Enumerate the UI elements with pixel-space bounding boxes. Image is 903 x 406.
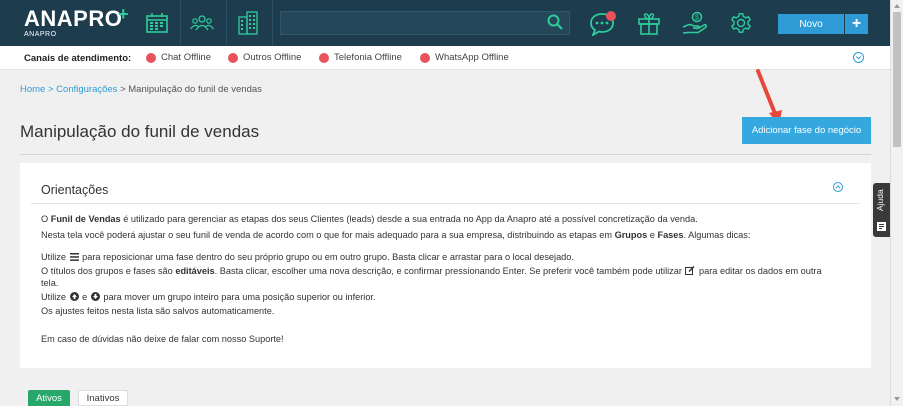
card-divider (31, 203, 860, 204)
page-title: Manipulação do funil de vendas (20, 122, 260, 141)
gear-icon[interactable] (726, 9, 756, 37)
hand-money-icon[interactable]: $ (680, 9, 710, 37)
scroll-down-icon[interactable] (894, 397, 900, 401)
help-label: Ajuda (875, 189, 885, 211)
scroll-up-icon[interactable] (894, 4, 900, 8)
tab-ativos[interactable]: Ativos (28, 390, 70, 406)
logo-plus: + (118, 4, 129, 24)
arrow-up-circle-icon (69, 292, 79, 304)
breadcrumb-current: Manipulação do funil de vendas (128, 84, 262, 95)
scroll-thumb[interactable] (893, 12, 901, 147)
new-plus-button[interactable]: + (844, 14, 868, 34)
channel-whatsapp[interactable]: WhatsApp Offline (420, 52, 509, 63)
channel-label: Chat Offline (161, 52, 211, 63)
help-tab[interactable]: Ajuda (873, 183, 890, 237)
paragraph-funil: O Funil de Vendas é utilizado para geren… (41, 214, 698, 224)
anapro-logo[interactable]: ANAPRO + ANAPRO (24, 4, 129, 39)
vertical-scrollbar[interactable] (890, 0, 903, 406)
breadcrumb-home[interactable]: Home (20, 84, 45, 95)
logo-text: ANAPRO (24, 6, 123, 31)
channel-label: Outros Offline (243, 52, 302, 63)
channels-bar: Canais de atendimento: Chat Offline Outr… (0, 46, 890, 70)
breadcrumb-configuracoes[interactable]: Configurações (56, 84, 117, 95)
support-note: Em caso de dúvidas não deixe de falar co… (41, 334, 284, 344)
chat-icon[interactable] (588, 9, 618, 37)
top-navbar: ANAPRO + ANAPRO $ Novo + (0, 0, 890, 46)
drag-handle-icon (69, 252, 79, 264)
status-dot-icon (146, 52, 156, 63)
tab-inativos[interactable]: Inativos (78, 390, 128, 406)
card-title: Orientações (41, 183, 109, 197)
channel-outros[interactable]: Outros Offline (228, 52, 301, 63)
search-input[interactable] (280, 11, 570, 35)
tip-drag: Utilize para reposicionar uma fase dentr… (41, 252, 574, 264)
edit-icon (685, 265, 695, 278)
logo-subtext: ANAPRO (24, 31, 57, 38)
tip-autosave: Os ajustes feitos nesta lista são salvos… (41, 306, 275, 316)
chevron-up-icon[interactable] (833, 182, 843, 192)
breadcrumb-separator: > (45, 84, 57, 95)
calendar-icon[interactable] (142, 9, 172, 37)
nav-divider (226, 0, 227, 46)
channel-telefonia[interactable]: Telefonia Offline (319, 52, 402, 63)
arrow-down-circle-icon (90, 292, 100, 304)
channel-label: WhatsApp Offline (435, 52, 509, 63)
orientacoes-card: Orientações O Funil de Vendas é utilizad… (20, 163, 871, 368)
nav-divider (180, 0, 181, 46)
channel-chat[interactable]: Chat Offline (146, 52, 211, 63)
breadcrumb: Home > Configurações > Manipulação do fu… (20, 84, 262, 95)
tip-move: Utilize e para mover um grupo inteiro pa… (41, 292, 376, 304)
people-icon[interactable] (187, 9, 217, 37)
svg-text:$: $ (695, 15, 699, 22)
add-phase-button[interactable]: Adicionar fase do negócio (742, 117, 871, 144)
nav-divider (272, 0, 273, 46)
tip-edit: O títulos dos grupos e fases são editáve… (41, 265, 822, 278)
status-dot-icon (319, 52, 329, 63)
channel-label: Telefonia Offline (334, 52, 402, 63)
search-icon[interactable] (547, 14, 563, 35)
notification-badge (606, 11, 616, 21)
chevron-down-icon[interactable] (853, 52, 864, 63)
gift-icon[interactable] (634, 9, 664, 37)
status-dot-icon (420, 52, 430, 63)
channels-label: Canais de atendimento: (24, 53, 132, 64)
status-dot-icon (228, 52, 238, 63)
paragraph-ajuste: Nesta tela você poderá ajustar o seu fun… (41, 230, 751, 240)
tip-edit-cont: tela. (41, 278, 59, 288)
title-divider (20, 154, 871, 155)
breadcrumb-separator: > (117, 84, 129, 95)
help-book-icon (877, 222, 886, 231)
novo-button[interactable]: Novo (778, 14, 844, 34)
building-icon[interactable] (233, 9, 263, 37)
